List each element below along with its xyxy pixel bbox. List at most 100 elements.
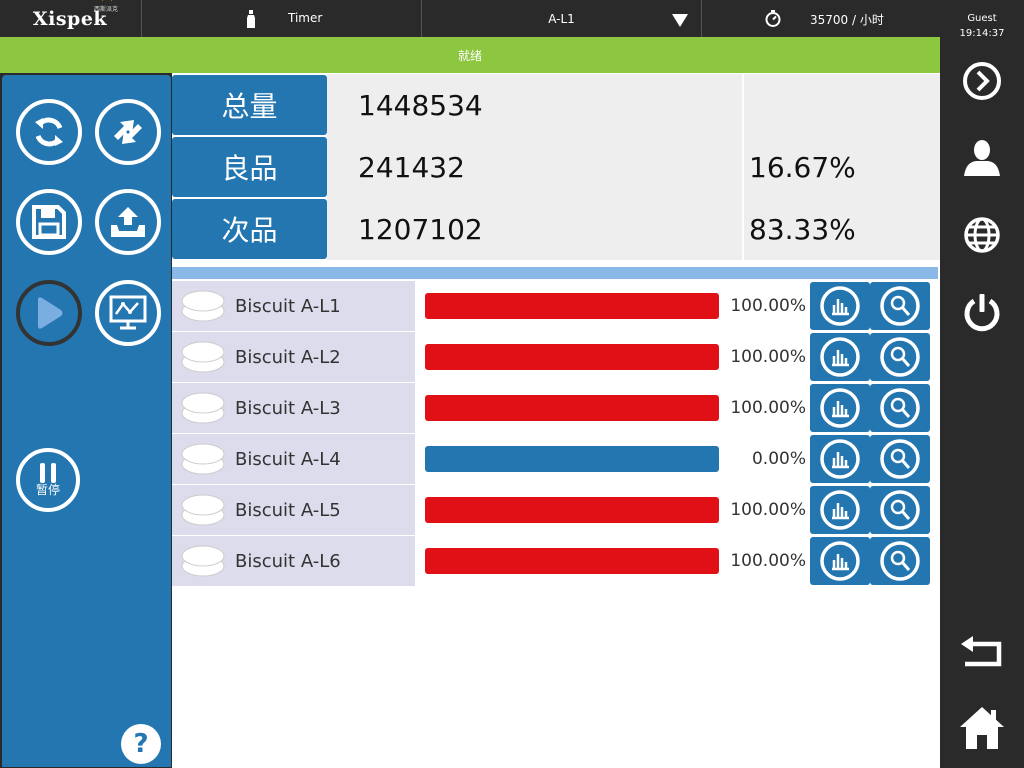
logo-mark-icon bbox=[102, 0, 112, 3]
status-text: 就绪 bbox=[457, 48, 482, 63]
left-panel: 暂停 ? bbox=[2, 75, 171, 767]
detail-button[interactable] bbox=[870, 282, 930, 330]
stats-button[interactable] bbox=[810, 435, 870, 483]
list-item: Biscuit A-L4 0.00% bbox=[172, 434, 938, 484]
back-icon bbox=[961, 636, 1002, 667]
save-icon bbox=[32, 205, 66, 239]
biscuit-icon bbox=[181, 494, 225, 526]
home-button[interactable] bbox=[940, 704, 1024, 752]
pause-button[interactable]: 暂停 bbox=[16, 448, 80, 512]
search-detail-icon bbox=[880, 439, 920, 479]
progress-bar bbox=[425, 344, 719, 370]
refresh-button[interactable] bbox=[16, 99, 82, 165]
search-detail-icon bbox=[880, 286, 920, 326]
biscuit-icon bbox=[181, 290, 225, 322]
bar-chart-icon bbox=[820, 439, 860, 479]
line-name: Biscuit A-L1 bbox=[235, 295, 341, 317]
line-percent: 0.00% bbox=[751, 449, 806, 469]
stats-button[interactable] bbox=[810, 486, 870, 534]
stopwatch-icon bbox=[765, 10, 781, 27]
line-name-cell: Biscuit A-L2 bbox=[172, 332, 415, 382]
progress-bar bbox=[425, 548, 719, 574]
search-detail-icon bbox=[880, 388, 920, 428]
detail-button[interactable] bbox=[870, 435, 930, 483]
right-panel: Guest 19:14:37 bbox=[940, 0, 1024, 768]
logo: Xispek 西斯派克 bbox=[0, 0, 140, 37]
line-name: Biscuit A-L6 bbox=[235, 550, 341, 572]
bad-value: 1207102 bbox=[358, 213, 483, 246]
bad-percent: 83.33% bbox=[749, 213, 856, 246]
bar-chart-icon bbox=[820, 388, 860, 428]
user-icon bbox=[964, 140, 1000, 176]
detail-button[interactable] bbox=[870, 384, 930, 432]
progress-bar bbox=[425, 497, 719, 523]
help-button[interactable]: ? bbox=[121, 724, 161, 764]
line-percent: 100.00% bbox=[730, 296, 806, 316]
list-item: Biscuit A-L6 100.00% bbox=[172, 536, 938, 586]
power-button[interactable] bbox=[940, 291, 1024, 333]
globe-icon bbox=[964, 217, 1000, 253]
list-item: Biscuit A-L2 100.00% bbox=[172, 332, 938, 382]
back-button[interactable] bbox=[940, 631, 1024, 671]
upload-button[interactable] bbox=[95, 189, 161, 255]
line-name-cell: Biscuit A-L4 bbox=[172, 434, 415, 484]
line-selector[interactable]: A-L1 bbox=[421, 0, 701, 37]
line-percent: 100.00% bbox=[730, 551, 806, 571]
detail-button[interactable] bbox=[870, 333, 930, 381]
stats-button[interactable] bbox=[810, 333, 870, 381]
chevron-down-icon bbox=[672, 14, 688, 27]
swap-button[interactable] bbox=[95, 99, 161, 165]
total-value: 1448534 bbox=[358, 89, 483, 122]
line-name-cell: Biscuit A-L1 bbox=[172, 281, 415, 331]
good-label: 良品 bbox=[172, 137, 327, 197]
upload-icon bbox=[111, 207, 145, 237]
stats-button[interactable] bbox=[810, 384, 870, 432]
stats-button[interactable] bbox=[810, 282, 870, 330]
language-button[interactable] bbox=[940, 214, 1024, 256]
line-percent: 100.00% bbox=[730, 398, 806, 418]
timer-cell[interactable]: Timer bbox=[141, 0, 421, 37]
biscuit-icon bbox=[181, 545, 225, 577]
status-bar: 就绪 bbox=[0, 37, 940, 73]
trend-chart-icon bbox=[109, 295, 147, 330]
line-name-cell: Biscuit A-L3 bbox=[172, 383, 415, 433]
timer-label: Timer bbox=[288, 11, 323, 25]
logo-subtext: 西斯派克 bbox=[93, 6, 118, 13]
clock-time: 19:14:37 bbox=[959, 28, 1005, 39]
bottle-icon bbox=[247, 10, 255, 28]
biscuit-icon bbox=[181, 392, 225, 424]
line-selector-value: A-L1 bbox=[548, 11, 575, 26]
bar-chart-icon bbox=[820, 541, 860, 581]
user-info: Guest 19:14:37 bbox=[940, 11, 1024, 41]
detail-button[interactable] bbox=[870, 486, 930, 534]
search-detail-icon bbox=[880, 490, 920, 530]
save-button[interactable] bbox=[16, 189, 82, 255]
next-button[interactable] bbox=[940, 60, 1024, 102]
pause-label: 暂停 bbox=[35, 483, 60, 497]
progress-bar bbox=[425, 395, 719, 421]
user-name: Guest bbox=[967, 13, 997, 24]
progress-bar bbox=[425, 293, 719, 319]
detail-button[interactable] bbox=[870, 537, 930, 585]
line-name-cell: Biscuit A-L6 bbox=[172, 536, 415, 586]
progress-bar bbox=[425, 446, 719, 472]
rate-cell: 35700 / 小时 bbox=[701, 0, 940, 37]
bar-chart-icon bbox=[820, 490, 860, 530]
search-detail-icon bbox=[880, 541, 920, 581]
refresh-icon bbox=[35, 117, 63, 147]
power-icon bbox=[964, 294, 1000, 332]
play-button[interactable] bbox=[16, 280, 82, 346]
total-label: 总量 bbox=[172, 75, 327, 135]
pause-icon bbox=[40, 463, 56, 483]
section-divider bbox=[172, 267, 938, 279]
play-icon bbox=[38, 297, 63, 329]
help-icon: ? bbox=[133, 729, 149, 759]
rate-value: 35700 / 小时 bbox=[810, 13, 884, 27]
user-button[interactable] bbox=[940, 137, 1024, 179]
bar-chart-icon bbox=[820, 337, 860, 377]
trend-chart-button[interactable] bbox=[95, 280, 161, 346]
bar-chart-icon bbox=[820, 286, 860, 326]
stats-button[interactable] bbox=[810, 537, 870, 585]
line-name: Biscuit A-L4 bbox=[235, 448, 341, 470]
line-name-cell: Biscuit A-L5 bbox=[172, 485, 415, 535]
